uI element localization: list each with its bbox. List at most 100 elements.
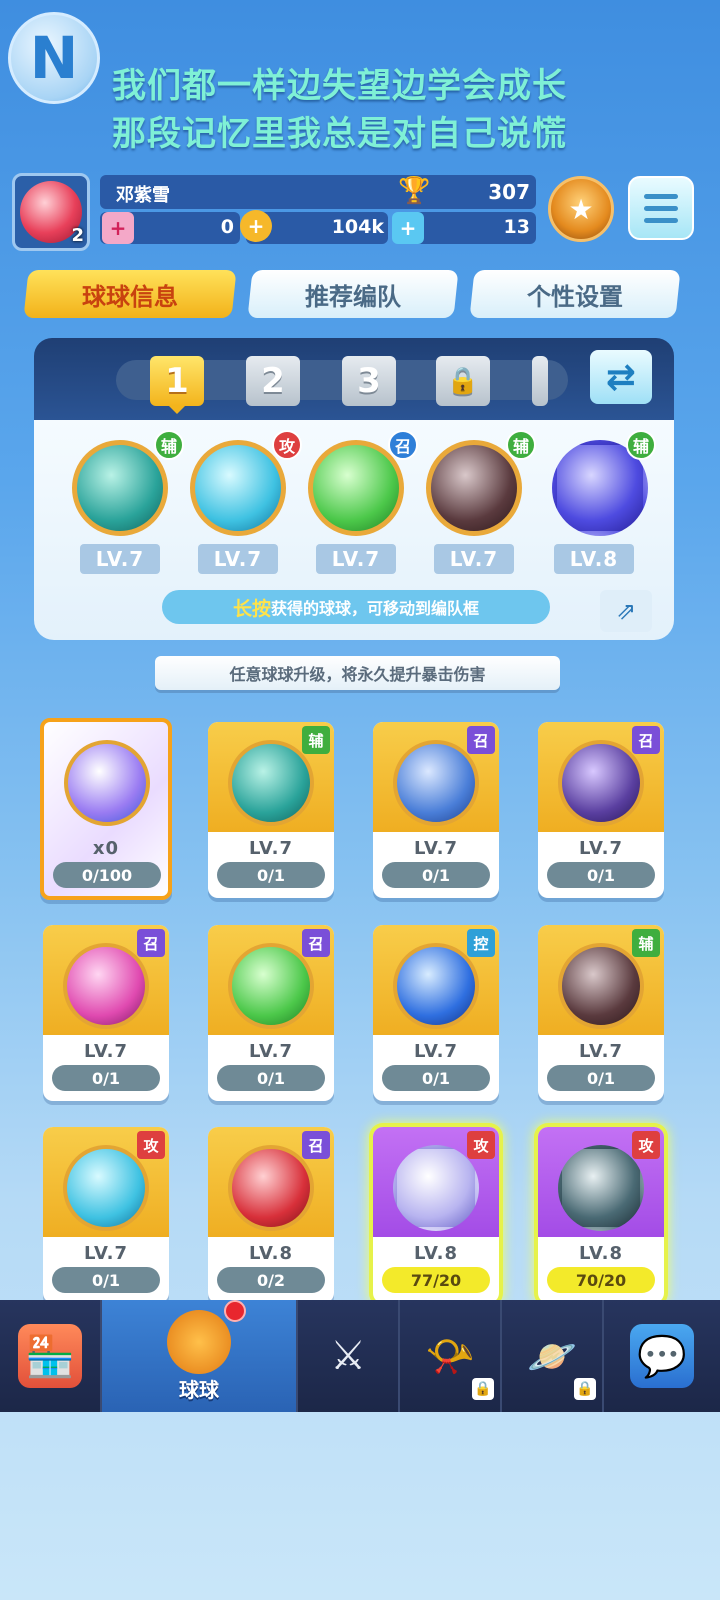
card-level: LV.7 [414, 1041, 458, 1062]
role-badge: 辅 [626, 430, 656, 460]
card-count: x0 [92, 838, 120, 859]
card-level: LV.7 [84, 1243, 128, 1264]
card-progress: 0/1 [52, 1267, 160, 1293]
team-slot-locked[interactable]: 🔒 [436, 356, 490, 406]
trophy-count: 307 [488, 180, 530, 204]
team-ball-3[interactable] [308, 440, 404, 536]
team-ball-level: LV.7 [316, 544, 396, 574]
card-progress: 0/1 [382, 1065, 490, 1091]
ball-card[interactable]: 控 LV.7 0/1 [373, 925, 499, 1101]
hint-highlight: 长按 [232, 597, 271, 620]
shop-icon: 🏪 [18, 1324, 82, 1388]
card-level: LV.8 [414, 1243, 458, 1264]
team-slot-partial [532, 356, 548, 406]
ball-card[interactable]: 攻 LV.7 0/1 [43, 1127, 169, 1303]
tab-recommended-team[interactable]: 推荐编队 [247, 270, 459, 318]
ball-card[interactable]: 召 LV.7 0/1 [43, 925, 169, 1101]
role-badge: 攻 [272, 430, 302, 460]
crossed-swords-icon: ⚔ [330, 1333, 366, 1379]
long-press-hint: 长按 获得的球球，可移动到编队框 [162, 590, 550, 624]
nav-balls[interactable]: 球球 [102, 1300, 298, 1412]
card-progress: 0/1 [52, 1065, 160, 1091]
tab-ball-info[interactable]: 球球信息 [23, 270, 237, 318]
coin-plus-icon[interactable]: + [240, 210, 272, 242]
app-logo: N [8, 12, 100, 104]
nav-balls-label: 球球 [179, 1377, 219, 1402]
ball-card[interactable]: 召 LV.7 0/1 [373, 722, 499, 898]
card-progress: 0/1 [217, 1065, 325, 1091]
role-badge: 辅 [506, 430, 536, 460]
card-progress: 0/1 [382, 862, 490, 888]
ball-card[interactable]: 召 LV.7 0/1 [208, 925, 334, 1101]
team-ball-level: LV.7 [80, 544, 160, 574]
card-level: LV.8 [579, 1243, 623, 1264]
share-button[interactable]: ⇗ [600, 590, 652, 632]
ball-card[interactable]: 召 LV.7 0/1 [538, 722, 664, 898]
card-level: LV.8 [249, 1243, 293, 1264]
tab-personal-settings[interactable]: 个性设置 [469, 270, 681, 318]
team-slot-3[interactable]: 3 [342, 356, 396, 406]
ball-orb [393, 1145, 479, 1231]
card-progress: 0/2 [217, 1267, 325, 1293]
team-ball-4[interactable] [426, 440, 522, 536]
team-ball-1[interactable] [72, 440, 168, 536]
player-avatar[interactable]: 2 [12, 173, 90, 251]
card-level: LV.7 [249, 838, 293, 859]
nav-planet-locked[interactable]: 🪐 🔒 [502, 1300, 604, 1412]
nav-shop[interactable]: 🏪 [0, 1300, 102, 1412]
upgrade-notice: 任意球球升级，将永久提升暴击伤害 [155, 656, 560, 690]
role-badge: 攻 [632, 1131, 660, 1159]
ball-card-upgradable[interactable]: 攻 LV.8 70/20 [538, 1127, 664, 1303]
ball-orb [64, 740, 150, 826]
ball-orb [393, 943, 479, 1029]
nav-battle[interactable]: ⚔ [298, 1300, 400, 1412]
menu-button[interactable] [628, 176, 694, 240]
ball-orb [228, 740, 314, 826]
card-level: LV.7 [84, 1041, 128, 1062]
swap-button[interactable]: ⇄ [590, 350, 652, 404]
role-badge: 召 [302, 1131, 330, 1159]
coupon-plus-icon[interactable]: + [102, 212, 134, 244]
team-ball-level: LV.7 [198, 544, 278, 574]
ball-card-special[interactable]: x0 0/100 [40, 718, 172, 900]
card-progress: 0/1 [547, 1065, 655, 1091]
role-badge: 控 [467, 929, 495, 957]
ball-card[interactable]: 辅 LV.7 0/1 [538, 925, 664, 1101]
ball-orb [63, 943, 149, 1029]
ball-card-upgradable[interactable]: 攻 LV.8 77/20 [373, 1127, 499, 1303]
team-slot-2[interactable]: 2 [246, 356, 300, 406]
role-badge: 攻 [137, 1131, 165, 1159]
notification-dot [224, 1300, 246, 1322]
ball-card[interactable]: 召 LV.8 0/2 [208, 1127, 334, 1303]
role-badge: 召 [467, 726, 495, 754]
card-level: LV.7 [249, 1041, 293, 1062]
card-progress: 0/1 [217, 862, 325, 888]
role-badge: 辅 [154, 430, 184, 460]
trophy-icon: 🏆 [398, 176, 431, 206]
role-badge: 辅 [302, 726, 330, 754]
coin-count: 104k [331, 216, 384, 238]
nav-whistle-locked[interactable]: 📯 🔒 [400, 1300, 502, 1412]
team-slot-1[interactable]: 1 [150, 356, 204, 406]
player-name: 邓紫雪 [116, 185, 170, 206]
role-badge: 召 [302, 929, 330, 957]
role-badge: 辅 [632, 929, 660, 957]
card-progress: 70/20 [547, 1267, 655, 1293]
lock-icon: 🔒 [574, 1378, 596, 1400]
chat-heart-icon: 💬 [630, 1324, 694, 1388]
lyric-line-2: 那段记忆里我总是对自己说慌 [112, 114, 567, 154]
card-progress: 0/1 [547, 862, 655, 888]
rank-medal-icon[interactable]: ★ [548, 176, 614, 242]
avatar-level: 2 [71, 225, 84, 246]
nav-social[interactable]: 💬 [604, 1300, 720, 1412]
ball-orb [228, 1145, 314, 1231]
card-level: LV.7 [414, 838, 458, 859]
coupon-count: 0 [220, 216, 234, 238]
role-badge: 攻 [467, 1131, 495, 1159]
ball-card[interactable]: 辅 LV.7 0/1 [208, 722, 334, 898]
swap-icon: ⇄ [605, 356, 637, 398]
gem-plus-icon[interactable]: + [392, 212, 424, 244]
lyric-line-1: 我们都一样边失望边学会成长 [112, 66, 567, 106]
team-ball-2[interactable] [190, 440, 286, 536]
hint-text: 获得的球球，可移动到编队框 [271, 599, 480, 618]
